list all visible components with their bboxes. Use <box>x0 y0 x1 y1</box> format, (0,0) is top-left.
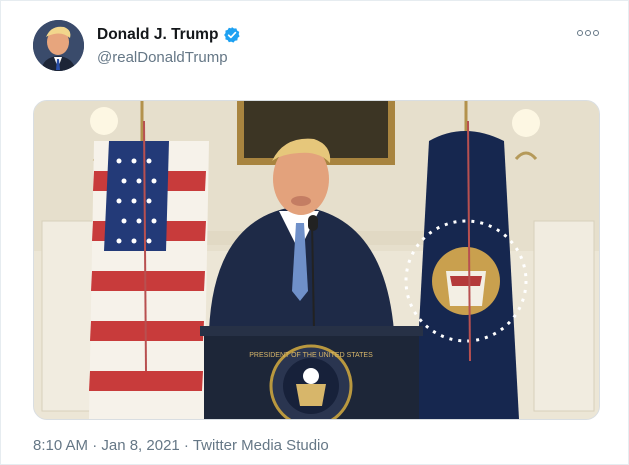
more-dot <box>585 30 591 36</box>
seal-text: PRESIDENT OF THE UNITED STATES <box>249 352 373 359</box>
display-name[interactable]: Donald J. Trump <box>97 26 241 44</box>
more-options-icon[interactable] <box>577 26 599 40</box>
more-dot <box>577 30 583 36</box>
verified-badge-icon <box>224 27 241 43</box>
avatar[interactable] <box>33 20 84 71</box>
handle[interactable]: @realDonaldTrump <box>97 49 228 66</box>
more-dot <box>593 30 599 36</box>
podium: PRESIDENT OF THE UNITED STATES <box>200 326 423 419</box>
us-flag <box>89 101 209 419</box>
display-name-text[interactable]: Donald J. Trump <box>97 26 218 44</box>
timestamp[interactable]: 8:10 AM · Jan 8, 2021 · Twitter Media St… <box>33 437 329 454</box>
video-thumbnail[interactable]: PRESIDENT OF THE UNITED STATES <box>33 100 600 420</box>
